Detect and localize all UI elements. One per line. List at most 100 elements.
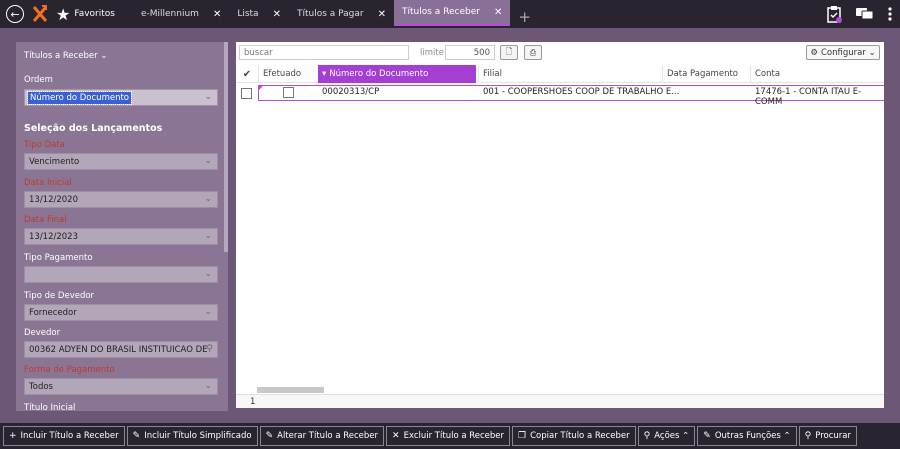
action-toolbar: + Incluir Título a Receber ✎ Incluir Tít… xyxy=(0,423,900,449)
button-label: Procurar xyxy=(815,431,851,441)
cell-filial: 001 - COOPERSHOES COOP DE TRABALHO E... xyxy=(483,87,680,97)
close-icon[interactable]: ✕ xyxy=(378,9,386,20)
button-label: Copiar Título a Receber xyxy=(530,431,630,441)
tab-label: Lista xyxy=(237,9,259,19)
tab-label: Títulos a Pagar xyxy=(296,9,364,19)
print-button[interactable]: ⎙ xyxy=(524,45,542,60)
filter-panel: Títulos a Receber ⌄ Ordem Número do Docu… xyxy=(16,42,228,411)
data-final-value: 13/12/2023 xyxy=(29,231,78,242)
chevron-down-icon: ⌄ xyxy=(204,92,212,102)
column-conta[interactable]: Conta xyxy=(750,65,884,83)
printer-icon: ⎙ xyxy=(529,47,537,57)
tab-titulos-a-pagar[interactable]: Títulos a Pagar ✕ xyxy=(289,0,394,28)
tipo-data-label: Tipo Data xyxy=(24,140,65,150)
ordem-value: Número do Documento xyxy=(27,90,132,105)
star-icon[interactable]: ★ xyxy=(56,5,70,24)
column-efetuado[interactable]: Efetuado xyxy=(258,65,318,83)
forma-pagamento-select[interactable]: Todos ⌄ xyxy=(24,378,218,395)
forma-pagamento-label: Forma de Pagamento xyxy=(24,365,115,375)
data-inicial-input[interactable]: 13/12/2020 ⌄ xyxy=(24,191,218,208)
search-icon: ⚲ xyxy=(804,431,812,441)
column-numero-documento[interactable]: ▾ Número do Documento xyxy=(318,65,476,83)
devedor-input[interactable]: 00362 ADYEN DO BRASIL INSTITUICAO DE ⚲ xyxy=(24,341,218,358)
row-marker xyxy=(259,86,263,90)
limite-input[interactable] xyxy=(445,45,495,60)
procurar-button[interactable]: ⚲ Procurar xyxy=(798,426,857,446)
table-row[interactable]: 00020313/CP 001 - COOPERSHOES COOP DE TR… xyxy=(258,85,884,107)
edit-icon: ✎ xyxy=(132,431,141,441)
clipboard-check-icon[interactable] xyxy=(826,5,842,23)
more-vertical-icon[interactable] xyxy=(888,7,892,21)
edit-icon: ✎ xyxy=(703,431,711,441)
close-icon[interactable]: ✕ xyxy=(494,7,502,18)
filter-scrollbar[interactable] xyxy=(224,42,228,252)
tipo-data-select[interactable]: Vencimento ⌄ xyxy=(24,153,218,170)
incluir-simplificado-button[interactable]: ✎ Incluir Título Simplificado xyxy=(126,426,258,446)
alterar-titulo-button[interactable]: ✎ Alterar Título a Receber xyxy=(259,426,385,446)
titulo-inicial-label: Título Inicial xyxy=(24,403,76,411)
excluir-titulo-button[interactable]: ✕ Excluir Título a Receber xyxy=(386,426,511,446)
tab-lista[interactable]: Lista ✕ xyxy=(229,0,289,28)
tab-label: Títulos a Receber xyxy=(402,7,480,17)
back-arrow-icon[interactable]: ← xyxy=(6,5,24,23)
top-right-tools xyxy=(826,0,892,28)
filter-icon: ▾ xyxy=(322,69,327,79)
key-icon: ⚲ xyxy=(643,431,651,441)
copiar-titulo-button[interactable]: ❐ Copiar Título a Receber xyxy=(512,426,636,446)
tab-e-millennium[interactable]: e-Millennium ✕ xyxy=(133,0,229,28)
button-label: Incluir Título a Receber xyxy=(20,431,119,441)
chat-icon[interactable] xyxy=(856,7,874,21)
column-filial[interactable]: Filial xyxy=(478,65,662,83)
data-inicial-value: 13/12/2020 xyxy=(29,194,78,205)
add-tab-icon[interactable]: + xyxy=(518,8,531,26)
close-icon[interactable]: ✕ xyxy=(273,9,281,20)
favorites-label[interactable]: Favoritos xyxy=(74,9,115,19)
cell-numero: 00020313/CP xyxy=(322,87,380,97)
incluir-titulo-button[interactable]: + Incluir Título a Receber xyxy=(3,426,125,446)
devedor-label: Devedor xyxy=(24,328,61,338)
document-icon: 🗋 xyxy=(505,46,513,56)
chevron-down-icon: ⌄ xyxy=(204,156,212,166)
button-label: Alterar Título a Receber xyxy=(277,431,379,441)
tipo-pagamento-select[interactable]: ⌄ xyxy=(24,266,218,283)
record-count: 1 xyxy=(250,397,256,407)
button-label: Incluir Título Simplificado xyxy=(144,431,252,441)
data-final-input[interactable]: 13/12/2023 ⌄ xyxy=(24,228,218,245)
data-inicial-label: Data Inicial xyxy=(24,178,72,188)
configurar-button[interactable]: ⚙ Configurar ⌄ xyxy=(806,45,880,60)
edit-icon: ✎ xyxy=(265,431,274,441)
forma-pagamento-value: Todos xyxy=(29,381,53,392)
search-icon[interactable]: ⚲ xyxy=(206,344,213,354)
horizontal-scrollbar[interactable] xyxy=(257,387,324,393)
row-select-checkbox[interactable] xyxy=(241,88,252,99)
column-data-pagamento[interactable]: Data Pagamento xyxy=(662,65,750,83)
tab-label: e-Millennium xyxy=(140,9,199,19)
devedor-value: 00362 ADYEN DO BRASIL INSTITUICAO DE xyxy=(29,344,208,355)
grid-footer: 1 xyxy=(236,394,884,408)
limite-label: limite: xyxy=(420,48,447,58)
top-bar: ← ★ Favoritos e-Millennium ✕ Lista ✕ Tít… xyxy=(0,0,900,28)
results-grid: limite: 🗋 ⎙ ⚙ Configurar ⌄ ✔ Efetuado ▾ … xyxy=(236,42,884,408)
export-document-button[interactable]: 🗋 xyxy=(500,45,518,60)
acoes-button[interactable]: ⚲ Ações ⌃ xyxy=(637,426,696,446)
search-input[interactable] xyxy=(239,45,409,60)
panel-title[interactable]: Títulos a Receber ⌄ xyxy=(24,51,107,61)
app-logo-icon[interactable] xyxy=(32,5,48,23)
tipo-devedor-select[interactable]: Fornecedor ⌄ xyxy=(24,304,218,321)
select-all-check[interactable]: ✔ xyxy=(236,65,258,83)
efetuado-checkbox[interactable] xyxy=(283,87,294,98)
chevron-down-icon: ⌄ xyxy=(204,269,212,279)
chevron-down-icon: ⌄ xyxy=(204,194,212,204)
copy-icon: ❐ xyxy=(518,431,527,441)
button-label: Excluir Título a Receber xyxy=(403,431,505,441)
ordem-label: Ordem xyxy=(24,75,53,85)
ordem-select[interactable]: Número do Documento ⌄ xyxy=(24,89,218,106)
section-title: Seleção dos Lançamentos xyxy=(24,123,163,134)
chevron-down-icon: ⌄ xyxy=(204,381,212,391)
outras-funcoes-button[interactable]: ✎ Outras Funções ⌃ xyxy=(697,426,797,446)
close-icon[interactable]: ✕ xyxy=(213,9,221,20)
tipo-data-value: Vencimento xyxy=(29,156,80,167)
tipo-pagamento-label: Tipo Pagamento xyxy=(24,253,93,263)
button-label: Ações ⌃ xyxy=(654,431,690,441)
tab-titulos-a-receber[interactable]: Títulos a Receber ✕ xyxy=(394,0,511,26)
